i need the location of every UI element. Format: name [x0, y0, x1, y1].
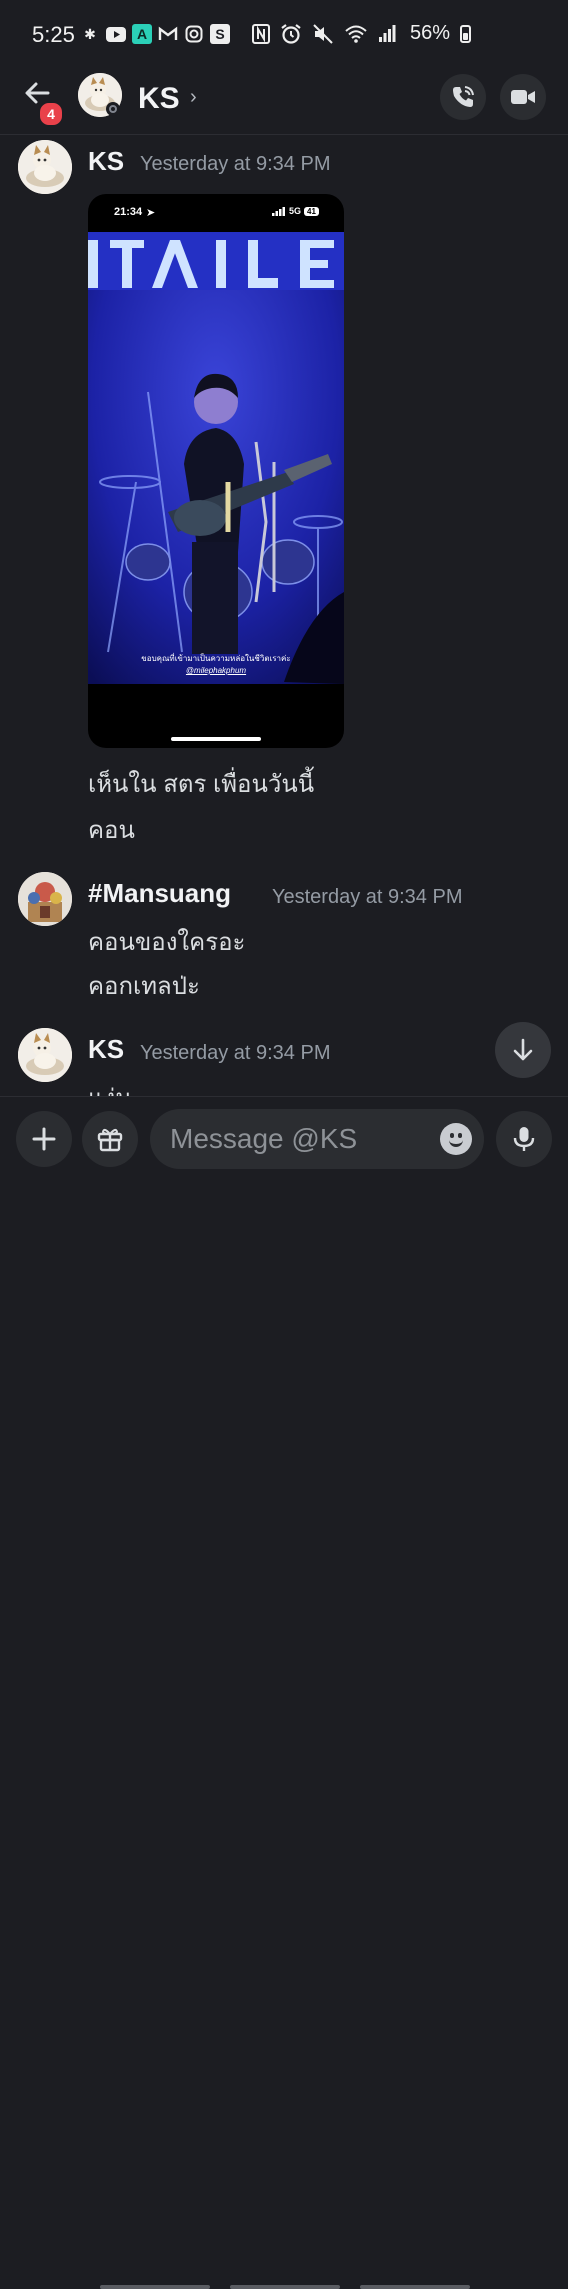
unread-badge: 4	[38, 101, 64, 127]
youtube-icon	[106, 24, 126, 44]
gift-button[interactable]	[82, 1111, 138, 1167]
cat-avatar-icon	[18, 140, 72, 194]
conversation-header: 4 KS ›	[0, 68, 568, 135]
system-indicators: 56%	[252, 22, 472, 45]
plus-icon	[32, 1127, 56, 1151]
notification-icons: ✱ A S	[80, 24, 230, 44]
arrow-down-icon	[513, 1038, 533, 1061]
conversation-title[interactable]: KS	[138, 82, 180, 116]
avatar[interactable]	[18, 872, 72, 926]
app-a-icon: A	[132, 24, 152, 44]
screenshot-network: 5G 41	[272, 206, 319, 216]
alarm-icon	[281, 23, 301, 44]
nav-hint	[100, 2285, 210, 2289]
screenshot-status-bar: 21:34 ➤ 5G 41	[88, 194, 344, 232]
message-composer: Message @KS	[0, 1096, 568, 2289]
concert-illustration	[88, 232, 344, 684]
add-attachment-button[interactable]	[16, 1111, 72, 1167]
location-arrow-icon: ➤	[146, 207, 156, 219]
message-author[interactable]: KS	[88, 146, 124, 177]
message-timestamp: Yesterday at 9:34 PM	[140, 153, 331, 175]
app-s-icon: S	[210, 24, 230, 44]
network-label: 5G	[289, 206, 302, 216]
offline-status-icon	[106, 102, 120, 116]
gift-icon	[97, 1128, 123, 1152]
emoji-icon[interactable]	[440, 1123, 472, 1155]
message-timestamp: Yesterday at 9:34 PM	[140, 1042, 331, 1064]
message-author[interactable]: #Mansuang	[88, 878, 231, 909]
wifi-icon	[345, 25, 367, 43]
photo-caption: ขอบคุณที่เข้ามาเป็นความหล่อในชีวิตเราค่ะ	[141, 654, 291, 663]
message-text: เห็นใน สตร เพื่อนวันนี้	[88, 771, 315, 798]
nav-hint	[360, 2285, 470, 2289]
concert-photo: ขอบคุณที่เข้ามาเป็นความหล่อในชีวิตเราค่ะ…	[88, 232, 344, 684]
cat-avatar-icon	[18, 1028, 72, 1082]
status-time: 5:25	[32, 22, 75, 47]
home-indicator	[171, 737, 261, 741]
nav-hint	[230, 2285, 340, 2289]
nfc-icon	[252, 23, 270, 44]
message-input[interactable]: Message @KS	[150, 1109, 484, 1169]
video-camera-icon	[511, 90, 535, 104]
image-attachment[interactable]: 21:34 ➤ 5G 41 ขอบคุณที่เข้ามาเป็นความหล่…	[88, 194, 344, 748]
message-author[interactable]: KS	[88, 1034, 124, 1065]
jump-to-present-button[interactable]	[495, 1022, 551, 1078]
message-text: คอนของใครอะ	[88, 929, 246, 956]
message-input-placeholder: Message @KS	[170, 1123, 358, 1154]
mute-icon	[313, 23, 333, 44]
battery-percent: 56%	[410, 22, 451, 44]
video-call-button[interactable]	[500, 74, 546, 120]
status-bar: 5:25 ✱ A S 56%	[0, 0, 568, 72]
phone-icon	[453, 86, 474, 107]
message-timestamp: Yesterday at 9:34 PM	[272, 886, 463, 908]
microphone-icon	[513, 1127, 535, 1151]
message-text: คอกเทลป่ะ	[88, 973, 200, 1000]
photo-handle: @milephakphum	[185, 666, 247, 675]
avatar[interactable]	[18, 1028, 72, 1082]
gmail-icon	[158, 24, 178, 44]
voice-call-button[interactable]	[440, 74, 486, 120]
shrine-avatar-icon	[18, 872, 72, 926]
signal-icon	[272, 206, 285, 216]
message-text: แง่ม	[88, 1078, 131, 1096]
instagram-icon	[184, 24, 204, 44]
signal-icon	[379, 24, 396, 42]
screenshot-battery: 41	[304, 206, 319, 216]
battery-icon	[460, 24, 472, 43]
message-text: คอน	[88, 817, 135, 844]
chevron-right-icon[interactable]: ›	[190, 86, 197, 109]
avatar[interactable]	[18, 140, 72, 194]
slack-icon: ✱	[84, 25, 96, 42]
voice-message-button[interactable]	[496, 1111, 552, 1167]
screenshot-time: 21:34	[114, 206, 143, 218]
